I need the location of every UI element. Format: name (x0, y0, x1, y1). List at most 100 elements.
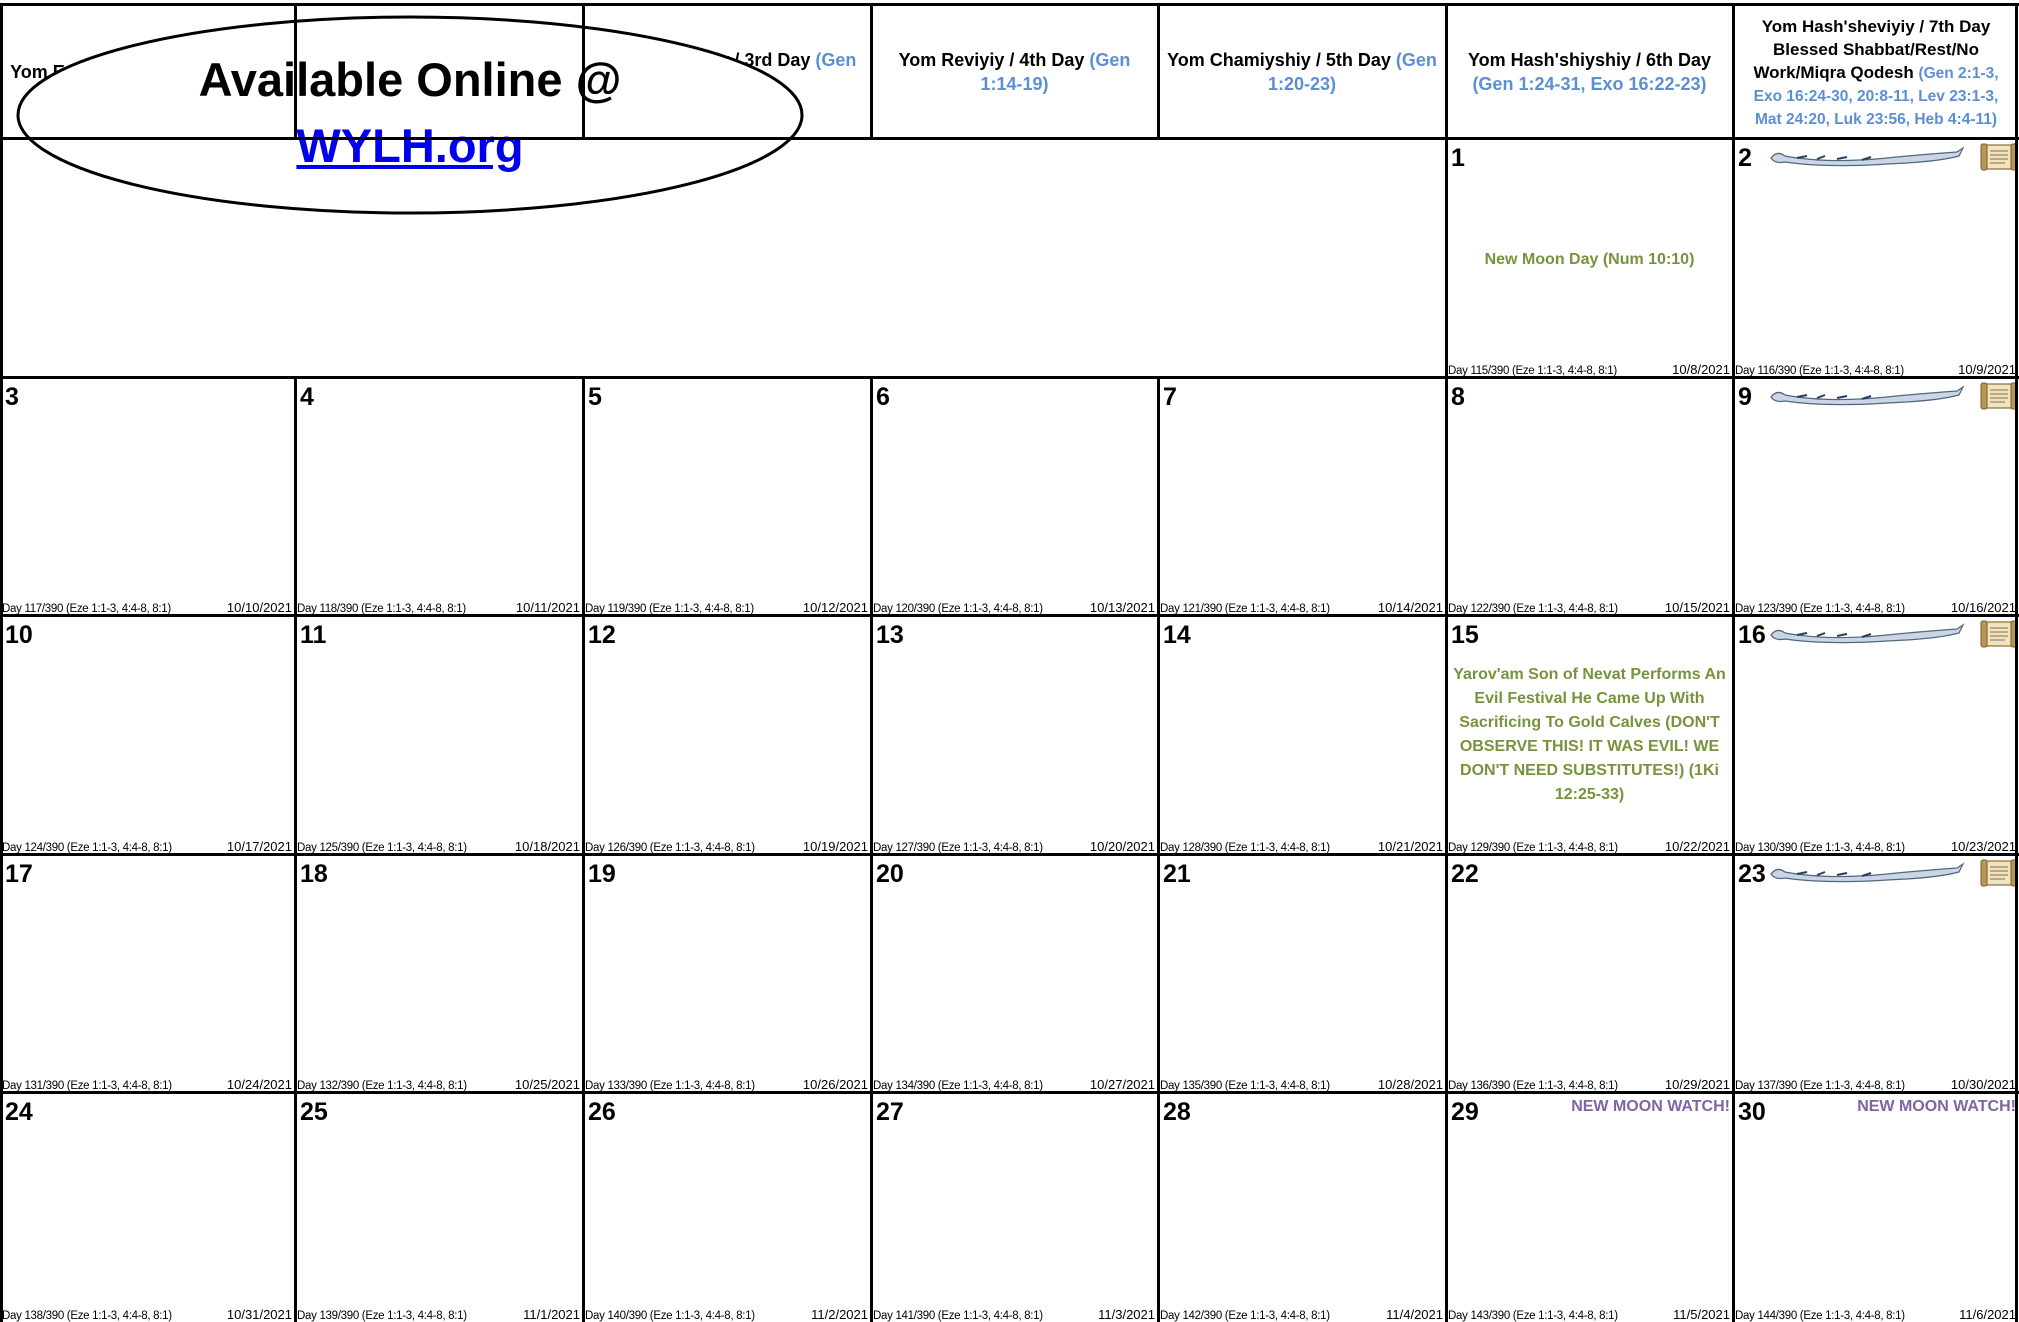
gregorian-date: 10/9/2021 (1958, 362, 2016, 377)
grid-line (294, 3, 297, 139)
day-cell: 14 Day 128/390 (Eze 1:1-3, 4:4-8, 8:1) 10/… (1158, 615, 1446, 854)
day-event-note: Yarov'am Son of Nevat Performs An Evil F… (1453, 666, 1726, 803)
daily-reading: Day 143/390 (Eze 1:1-3, 4:4-8, 8:1) (1448, 1310, 1618, 1322)
grid-line (870, 377, 873, 1322)
new-moon-watch-label: NEW MOON WATCH! (1857, 1098, 2016, 1115)
grid-line (1732, 138, 1735, 377)
gregorian-date: 11/5/2021 (1673, 1307, 1730, 1322)
weekday-header-text: Yom Chamiyshiy / 5th Day (Gen 1:20-23) (1164, 48, 1440, 96)
weekday-name: Yom Chamiyshiy / 5th Day (1167, 50, 1396, 70)
day-cell: 3 Day 117/390 (Eze 1:1-3, 4:4-8, 8:1) 10/1… (0, 377, 295, 615)
grid-line (0, 377, 3, 1322)
day-cell: 8 Day 122/390 (Eze 1:1-3, 4:4-8, 8:1) 10/1… (1446, 377, 1733, 615)
day-number: 10 (5, 621, 33, 649)
grid-line (2015, 138, 2018, 377)
day-cell: 5 Day 119/390 (Eze 1:1-3, 4:4-8, 8:1) 10/1… (583, 377, 871, 615)
grid-line (0, 853, 2019, 856)
day-number: 19 (588, 860, 616, 888)
grid-line (2015, 377, 2018, 1322)
day-cell: 22 Day 136/390 (Eze 1:1-3, 4:4-8, 8:1) 10/… (1446, 854, 1733, 1092)
grid-line (0, 138, 3, 377)
daily-reading: Day 138/390 (Eze 1:1-3, 4:4-8, 8:1) (2, 1310, 172, 1322)
grid-line (870, 3, 873, 139)
day-cell: 25 Day 139/390 (Eze 1:1-3, 4:4-8, 8:1) 11/… (295, 1092, 583, 1322)
day-number: 11 (300, 621, 327, 649)
day-number: 30 (1738, 1098, 1766, 1126)
grid-line (0, 137, 2019, 140)
day-cell: 19 Day 133/390 (Eze 1:1-3, 4:4-8, 8:1) 10/… (583, 854, 871, 1092)
gregorian-date: 10/26/2021 (802, 1077, 868, 1092)
day-cell: 16 Day 130/390 (Eze 1:1-3, 4:4-8, 8:1) 10/… (1733, 615, 2019, 854)
shofar-and-scroll-icon (1770, 382, 2017, 410)
gregorian-date: 10/22/2021 (1664, 839, 1730, 854)
gregorian-date: 10/10/2021 (226, 600, 292, 615)
day-cell: 7 Day 121/390 (Eze 1:1-3, 4:4-8, 8:1) 10/1… (1158, 377, 1446, 615)
day-number: 29 (1451, 1098, 1479, 1126)
gregorian-date: 10/30/2021 (1950, 1077, 2016, 1092)
gregorian-date: 10/21/2021 (1377, 839, 1443, 854)
gregorian-date: 11/2/2021 (811, 1307, 868, 1322)
day-number: 1 (1451, 144, 1465, 172)
gregorian-date: 10/29/2021 (1664, 1077, 1730, 1092)
weekday-header: Yom Hash'shiyshiy / 6th Day (Gen 1:24-31… (1446, 6, 1733, 138)
daily-reading: Day 142/390 (Eze 1:1-3, 4:4-8, 8:1) (1160, 1310, 1330, 1322)
day-cell: 6 Day 120/390 (Eze 1:1-3, 4:4-8, 8:1) 10/1… (871, 377, 1158, 615)
grid-line (0, 3, 2019, 6)
gregorian-date: 10/31/2021 (226, 1307, 292, 1322)
gregorian-date: 10/18/2021 (514, 839, 580, 854)
day-cell: 10 Day 124/390 (Eze 1:1-3, 4:4-8, 8:1) 10/… (0, 615, 295, 854)
gregorian-date: 10/16/2021 (1950, 600, 2016, 615)
day-number: 13 (876, 621, 904, 649)
daily-reading: Day 139/390 (Eze 1:1-3, 4:4-8, 8:1) (297, 1310, 467, 1322)
day-number: 18 (300, 860, 328, 888)
gregorian-date: 10/19/2021 (802, 839, 868, 854)
gregorian-date: 10/11/2021 (515, 600, 580, 615)
gregorian-date: 10/23/2021 (1950, 839, 2016, 854)
gregorian-date: 10/24/2021 (226, 1077, 292, 1092)
day-event-note: New Moon Day (Num 10:10) (1484, 251, 1695, 268)
day-number: 22 (1451, 860, 1479, 888)
day-cell: 20 Day 134/390 (Eze 1:1-3, 4:4-8, 8:1) 10/… (871, 854, 1158, 1092)
day-cell: 28 Day 142/390 (Eze 1:1-3, 4:4-8, 8:1) 11/… (1158, 1092, 1446, 1322)
day-number: 6 (876, 383, 890, 411)
day-cell: 15 Yarov'am Son of Nevat Performs An Evil… (1446, 615, 1733, 854)
promo-link[interactable]: WYLH.org (15, 118, 805, 173)
grid-line (0, 376, 2019, 379)
weekday-header-text: Yom Hash'sheviyiy / 7th Day Blessed Shab… (1739, 15, 2013, 130)
scripture-reference: (Gen 1:24-31, Exo 16:22-23) (1472, 74, 1707, 94)
calendar-grid: Yom Echad / 1st Day (Gen 1:1-5)Yom Sheyn… (0, 0, 2019, 1322)
gregorian-date: 10/25/2021 (514, 1077, 580, 1092)
gregorian-date: 11/1/2021 (523, 1307, 580, 1322)
shofar-and-scroll-icon (1770, 143, 2017, 171)
day-number: 17 (5, 860, 33, 888)
day-cell: 26 Day 140/390 (Eze 1:1-3, 4:4-8, 8:1) 11/… (583, 1092, 871, 1322)
day-number: 15 (1451, 621, 1479, 649)
day-number: 16 (1738, 621, 1766, 649)
day-cell: 21 Day 135/390 (Eze 1:1-3, 4:4-8, 8:1) 10/… (1158, 854, 1446, 1092)
day-number: 5 (588, 383, 602, 411)
day-number: 23 (1738, 860, 1766, 888)
grid-line (1157, 377, 1160, 1322)
day-cell: 13 Day 127/390 (Eze 1:1-3, 4:4-8, 8:1) 10/… (871, 615, 1158, 854)
day-number: 9 (1738, 383, 1752, 411)
day-number: 12 (588, 621, 616, 649)
grid-line (582, 3, 585, 139)
grid-line (1445, 377, 1448, 1322)
day-cell: 12 Day 126/390 (Eze 1:1-3, 4:4-8, 8:1) 10/… (583, 615, 871, 854)
day-number: 27 (876, 1098, 904, 1126)
grid-line (1157, 3, 1160, 139)
day-number: 25 (300, 1098, 328, 1126)
day-cell: 17 Day 131/390 (Eze 1:1-3, 4:4-8, 8:1) 10/… (0, 854, 295, 1092)
day-cell: 2 Day 116/390 (Eze 1:1-3, 4:4-8, 8:1) 10/9… (1733, 138, 2019, 377)
promo-text: Available Online @ (198, 53, 622, 106)
grid-line (1445, 3, 1448, 139)
daily-reading: Day 141/390 (Eze 1:1-3, 4:4-8, 8:1) (873, 1310, 1043, 1322)
day-cell: 24 Day 138/390 (Eze 1:1-3, 4:4-8, 8:1) 10/… (0, 1092, 295, 1322)
gregorian-date: 11/4/2021 (1386, 1307, 1443, 1322)
grid-line (1732, 377, 1735, 1322)
weekday-name: Yom Reviyiy / 4th Day (898, 50, 1090, 70)
weekday-header-text: Yom Reviyiy / 4th Day (Gen 1:14-19) (877, 48, 1152, 96)
grid-line (1732, 3, 1735, 139)
day-number: 14 (1163, 621, 1191, 649)
day-number: 7 (1163, 383, 1177, 411)
